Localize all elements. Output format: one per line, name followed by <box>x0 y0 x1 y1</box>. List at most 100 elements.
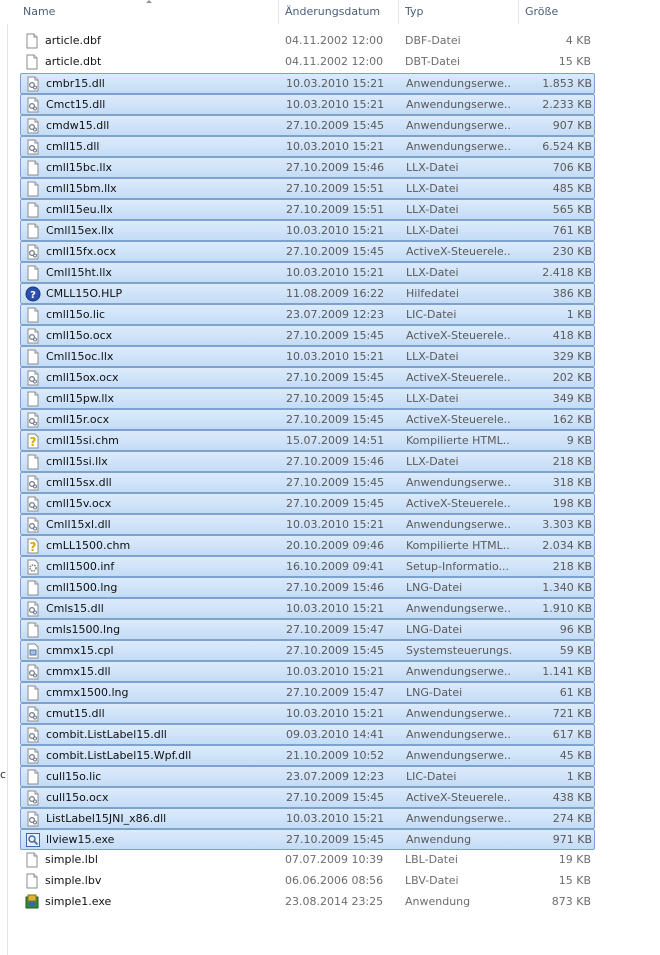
file-row[interactable]: Cmct15.dll 10.03.2010 15:21 Anwendungserwe… <box>20 94 595 115</box>
file-size: 418 KB <box>552 329 592 342</box>
file-date: 06.06.2006 08:56 <box>285 874 384 887</box>
svg-text:?: ? <box>30 290 36 301</box>
file-row[interactable]: cmut15.dll 10.03.2010 15:21 Anwendungserwe… <box>20 703 595 724</box>
file-date: 27.10.2009 15:47 <box>286 623 385 636</box>
column-header-date[interactable]: Änderungsdatum <box>279 0 399 24</box>
file-type: Kompilierte HTML... <box>406 434 511 447</box>
file-date: 10.03.2010 15:21 <box>286 707 385 720</box>
file-size: 1 KB <box>566 770 592 783</box>
file-date: 27.10.2009 15:46 <box>286 581 385 594</box>
file-size: 96 KB <box>559 623 592 636</box>
dll-file-icon <box>25 76 41 92</box>
file-row[interactable]: cmll15ox.ocx 27.10.2009 15:45 ActiveX-Steu… <box>20 367 595 388</box>
file-row[interactable]: ? cmll15si.chm 15.07.2009 14:51 Kompilierte… <box>20 430 595 451</box>
file-size: 907 KB <box>552 119 592 132</box>
file-row[interactable]: cmll15o.lic 23.07.2009 12:23 LIC-Datei 1 KB <box>20 304 595 325</box>
file-size: 218 KB <box>552 455 592 468</box>
file-date: 27.10.2009 15:45 <box>286 392 385 405</box>
file-row[interactable]: article.dbt 04.11.2002 12:00 DBT-Datei 15 K… <box>20 52 595 73</box>
file-row[interactable]: article.dbf 04.11.2002 12:00 DBF-Datei 4 KB <box>20 31 595 52</box>
chm-help-icon: ? <box>25 433 41 449</box>
file-row[interactable]: Cmll15ex.llx 10.03.2010 15:21 LLX-Datei 761… <box>20 220 595 241</box>
file-row[interactable]: cmll15r.ocx 27.10.2009 15:45 ActiveX-Steue… <box>20 409 595 430</box>
file-row[interactable]: cmll15si.llx 27.10.2009 15:46 LLX-Datei 218… <box>20 451 595 472</box>
file-row[interactable]: cmll15o.ocx 27.10.2009 15:45 ActiveX-Steue… <box>20 325 595 346</box>
file-name: cmls1500.lng <box>46 623 121 636</box>
file-row[interactable]: Cmll15oc.llx 10.03.2010 15:21 LLX-Datei 329… <box>20 346 595 367</box>
file-size: 1.340 KB <box>542 581 592 594</box>
file-name: article.dbf <box>45 34 101 47</box>
file-type: Anwendungserwe... <box>406 602 511 615</box>
file-row[interactable]: cmll1500.lng 27.10.2009 15:46 LNG-Datei 1.3… <box>20 577 595 598</box>
left-pane-edge <box>0 0 8 955</box>
file-size: 198 KB <box>552 497 592 510</box>
file-type: Anwendungserwe... <box>406 812 511 825</box>
file-type: Anwendungserwe... <box>406 98 511 111</box>
file-name: llview15.exe <box>46 833 115 846</box>
file-type: Anwendungserwe... <box>406 749 511 762</box>
file-type: LIC-Datei <box>406 308 457 321</box>
generic-file-icon <box>25 181 41 197</box>
file-size: 45 KB <box>559 749 592 762</box>
generic-file-icon <box>24 54 40 70</box>
dll-file-icon <box>25 244 41 260</box>
file-type: ActiveX-Steuerele... <box>406 245 511 258</box>
generic-file-icon <box>24 873 40 889</box>
file-row[interactable]: cmll15fx.ocx 27.10.2009 15:45 ActiveX-Steu… <box>20 241 595 262</box>
file-type: LBL-Datei <box>405 853 458 866</box>
generic-file-icon <box>25 685 41 701</box>
file-row[interactable]: ? cmLL1500.chm 20.10.2009 09:46 Kompilierte… <box>20 535 595 556</box>
file-row[interactable]: cull15o.lic 23.07.2009 12:23 LIC-Datei 1 KB <box>20 766 595 787</box>
file-row[interactable]: cmmx15.dll 10.03.2010 15:21 Anwendungserwe… <box>20 661 595 682</box>
file-row[interactable]: ListLabel15JNI_x86.dll 10.03.2010 15:21 An… <box>20 808 595 829</box>
file-type: LNG-Datei <box>406 581 463 594</box>
file-type: Anwendung <box>405 895 471 908</box>
file-date: 09.03.2010 14:41 <box>286 728 385 741</box>
file-row[interactable]: cmbr15.dll 10.03.2010 15:21 Anwendungserwe… <box>20 73 595 94</box>
file-row[interactable]: cmll15sx.dll 27.10.2009 15:45 Anwendungser… <box>20 472 595 493</box>
file-row[interactable]: cmll15eu.llx 27.10.2009 15:51 LLX-Datei 565… <box>20 199 595 220</box>
file-row[interactable]: ? CMLL15O.HLP 11.08.2009 16:22 Hilfedatei 38… <box>20 283 595 304</box>
file-name: combit.ListLabel15.Wpf.dll <box>46 749 192 762</box>
file-size: 274 KB <box>552 812 592 825</box>
file-row[interactable]: cmls1500.lng 27.10.2009 15:47 LNG-Datei 96 … <box>20 619 595 640</box>
column-header-name[interactable]: Name <box>17 0 279 24</box>
dll-file-icon <box>25 517 41 533</box>
file-row[interactable]: simple.lbl 07.07.2009 10:39 LBL-Datei 19 KB <box>20 850 595 871</box>
file-row[interactable]: cmll15.dll 10.03.2010 15:21 Anwendungserwe… <box>20 136 595 157</box>
file-name: ListLabel15JNI_x86.dll <box>46 812 167 825</box>
file-row[interactable]: llview15.exe 27.10.2009 15:45 Anwendung 971… <box>20 829 595 850</box>
file-type: LNG-Datei <box>406 686 463 699</box>
file-type: ActiveX-Steuerele... <box>406 413 511 426</box>
file-date: 10.03.2010 15:21 <box>286 812 385 825</box>
file-name: cmll15sx.dll <box>46 476 112 489</box>
file-row[interactable]: cmll15pw.llx 27.10.2009 15:45 LLX-Datei 349… <box>20 388 595 409</box>
column-header-size[interactable]: Größe <box>519 0 599 24</box>
file-row[interactable]: cmll15bc.llx 27.10.2009 15:46 LLX-Datei 706… <box>20 157 595 178</box>
file-name: cmll15bc.llx <box>46 161 113 174</box>
file-row[interactable]: cmdw15.dll 27.10.2009 15:45 Anwendungserwe… <box>20 115 595 136</box>
file-row[interactable]: combit.ListLabel15.Wpf.dll 21.10.2009 10:… <box>20 745 595 766</box>
file-row[interactable]: cmll1500.inf 16.10.2009 09:41 Setup-Inform… <box>20 556 595 577</box>
dll-file-icon <box>25 97 41 113</box>
file-row[interactable]: Cmll15ht.llx 10.03.2010 15:21 LLX-Datei 2.4… <box>20 262 595 283</box>
file-row[interactable]: cmll15v.ocx 27.10.2009 15:45 ActiveX-Steue… <box>20 493 595 514</box>
file-row[interactable]: cmll15bm.llx 27.10.2009 15:51 LLX-Datei 485… <box>20 178 595 199</box>
dll-file-icon <box>25 664 41 680</box>
file-name: Cmll15oc.llx <box>46 350 114 363</box>
file-row[interactable]: combit.ListLabel15.dll 09.03.2010 14:41 An… <box>20 724 595 745</box>
file-row[interactable]: cmmx15.cpl 27.10.2009 15:45 Systemsteuerun… <box>20 640 595 661</box>
file-name: cmLL1500.chm <box>46 539 131 552</box>
file-row[interactable]: Cmls15.dll 10.03.2010 15:21 Anwendungserwe… <box>20 598 595 619</box>
file-date: 23.07.2009 12:23 <box>286 308 385 321</box>
file-type: LLX-Datei <box>406 350 459 363</box>
file-row[interactable]: simple1.exe 23.08.2014 23:25 Anwendung 873 … <box>20 892 595 913</box>
file-row[interactable]: cmmx1500.lng 27.10.2009 15:47 LNG-Datei 61 … <box>20 682 595 703</box>
file-size: 761 KB <box>552 224 592 237</box>
file-row[interactable]: simple.lbv 06.06.2006 08:56 LBV-Datei 15 KB <box>20 871 595 892</box>
file-size: 19 KB <box>558 853 591 866</box>
file-row[interactable]: Cmll15xl.dll 10.03.2010 15:21 Anwendungser… <box>20 514 595 535</box>
column-header-type[interactable]: Typ <box>399 0 519 24</box>
file-size: 1.853 KB <box>542 77 592 90</box>
file-row[interactable]: cull15o.ocx 27.10.2009 15:45 ActiveX-Steue… <box>20 787 595 808</box>
